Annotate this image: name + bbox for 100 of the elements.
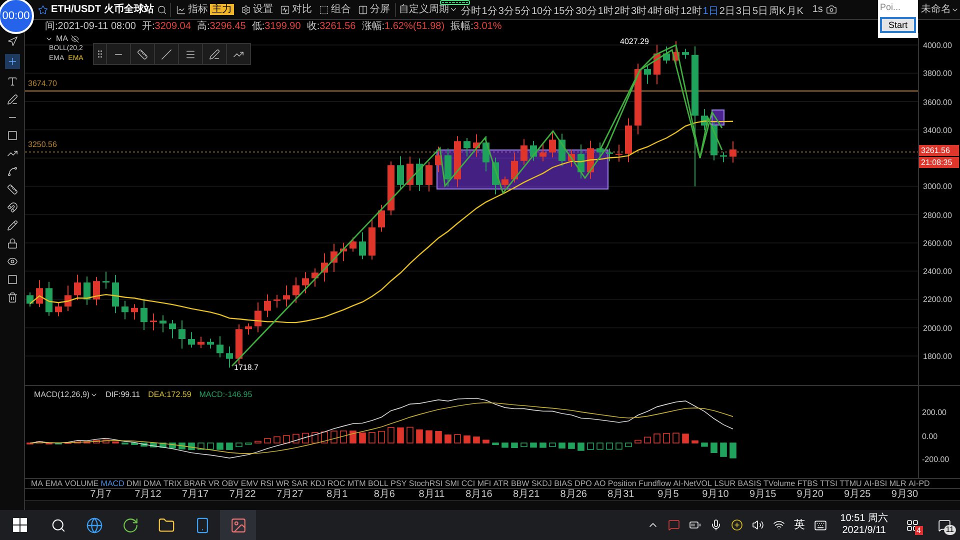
period-tab[interactable]: 10分 [531, 6, 553, 18]
indicator-tab[interactable]: TTMU [840, 479, 862, 488]
pointer-icon[interactable] [6, 36, 18, 47]
symbol-title[interactable]: ETH/USDT 火币全球站 [51, 2, 154, 17]
indicator-tab[interactable]: DMI [126, 479, 142, 488]
indicator-tab[interactable]: SKDJ [531, 479, 552, 488]
indicator-tab[interactable]: TTSI [820, 479, 838, 488]
pen-icon[interactable] [6, 94, 18, 105]
indicator-tab[interactable]: AI-BSI [864, 479, 888, 488]
start-button[interactable]: Start [880, 17, 916, 33]
app-tray-icon[interactable] [668, 519, 680, 531]
trash-icon[interactable] [6, 292, 18, 303]
indicator-tab[interactable]: MACD [100, 479, 124, 488]
indicator-tab[interactable]: ATR [493, 479, 509, 488]
indicator-tab[interactable]: EMA [45, 479, 63, 488]
square-icon[interactable] [6, 274, 18, 285]
curve-icon[interactable] [6, 166, 18, 177]
battery-icon[interactable] [689, 519, 702, 531]
indicator-tab[interactable]: ROC [328, 479, 346, 488]
ruler-icon[interactable] [6, 184, 18, 195]
period-tab[interactable]: 1分 [482, 6, 498, 18]
search-icon[interactable] [156, 4, 167, 14]
star-icon[interactable] [38, 4, 48, 14]
indicator-tab[interactable]: KDJ [310, 479, 326, 488]
period-tab[interactable]: 15分 [554, 6, 575, 18]
indicator-tab[interactable]: DMA [143, 479, 162, 488]
notification-icon[interactable] [906, 518, 918, 532]
magnet-icon[interactable] [6, 202, 18, 213]
indicator-tab[interactable]: MFI [477, 479, 492, 488]
indicator-tab[interactable]: BBW [510, 479, 530, 488]
text-tool-icon[interactable] [6, 76, 18, 87]
indicator-tab[interactable]: MA [31, 479, 43, 488]
period-tab[interactable]: 1日 [702, 6, 718, 18]
indicator-tab[interactable]: TVolume [764, 479, 796, 488]
collapse-chevron-icon[interactable] [45, 35, 53, 43]
period-tab[interactable]: 2日 [719, 6, 735, 18]
pencil-icon[interactable] [6, 220, 18, 231]
period-tab[interactable]: 2时 [614, 6, 630, 18]
period-tab[interactable]: 6时 [664, 6, 680, 18]
indicator-tab[interactable]: FTBS [797, 479, 818, 488]
period-tab[interactable]: 5日 [752, 6, 768, 18]
toolbar-button[interactable]: 分屏 [356, 2, 392, 17]
indicator-tab[interactable]: WR [276, 479, 290, 488]
camera-icon[interactable] [826, 4, 837, 15]
toolbar-button[interactable]: 组合 [316, 2, 353, 17]
parallel-lines-icon[interactable] [185, 48, 196, 60]
chart-line-icon[interactable] [6, 148, 18, 159]
indicator-tab[interactable]: BIAS [554, 479, 572, 488]
toolbar-button[interactable]: 指标 主力 [174, 2, 236, 17]
indicator-tab[interactable]: RSI [260, 479, 274, 488]
indicator-tab[interactable]: Fundflow [638, 479, 672, 488]
eye-off-icon[interactable] [71, 35, 79, 43]
period-tab[interactable]: 5分 [514, 6, 530, 18]
eye-icon[interactable] [6, 256, 18, 267]
image-app-icon[interactable] [220, 510, 256, 540]
microphone-icon[interactable] [710, 519, 722, 531]
clock[interactable]: 10:51 周六 2021/9/11 [836, 513, 892, 537]
plus-circle-icon[interactable] [731, 519, 744, 531]
indicator-tab[interactable]: AO [594, 479, 606, 488]
period-tab[interactable]: 3日 [736, 6, 752, 18]
indicator-tab[interactable]: MTM [348, 479, 366, 488]
crosshair-icon[interactable] [4, 54, 20, 69]
indicator-tab[interactable]: EMV [240, 479, 258, 488]
toolbar-button[interactable]: 设置 [238, 2, 275, 17]
indicator-tab[interactable]: VOLUME [64, 479, 99, 488]
interval-label[interactable]: 1s [812, 2, 823, 17]
indicator-tab[interactable]: BOLL [368, 479, 388, 488]
lock-icon[interactable] [6, 238, 18, 249]
period-tab[interactable]: 3分 [498, 6, 514, 18]
keyboard-icon[interactable] [814, 518, 828, 532]
indicator-tab[interactable]: LSUR [714, 479, 736, 488]
period-tab[interactable]: 4时 [648, 6, 664, 18]
speaker-icon[interactable] [752, 519, 764, 531]
indicator-tab[interactable]: OBV [222, 479, 239, 488]
indicator-tab[interactable]: MLR [889, 479, 906, 488]
indicator-tab[interactable]: Position [608, 479, 636, 488]
indicator-tab[interactable]: BRAR [184, 479, 206, 488]
indicator-tab[interactable]: CCI [461, 479, 476, 488]
layout-name-dropdown[interactable]: 未命名 [921, 2, 960, 17]
indicator-tab[interactable]: SAR [292, 479, 308, 488]
price-range-icon[interactable] [137, 48, 148, 60]
indicator-tab[interactable]: AI-PD [908, 479, 930, 488]
period-tab[interactable]: 30分 [576, 6, 597, 18]
indicator-tab[interactable]: AI-NetVOL [673, 479, 712, 488]
indicator-tab[interactable]: TRIX [163, 479, 182, 488]
rectangle-icon[interactable] [6, 130, 18, 141]
macd-title[interactable]: MACD(12,26,9) [34, 389, 98, 401]
period-tab[interactable]: 1时 [598, 6, 614, 18]
trend-line-icon[interactable] [161, 48, 172, 60]
indicator-tab[interactable]: BASIS [738, 479, 762, 488]
indicator-tab[interactable]: VR [208, 479, 220, 488]
period-tab[interactable]: 12时 [680, 6, 702, 18]
period-tab[interactable]: 月K [786, 6, 804, 18]
period-tab[interactable]: 周K [769, 6, 786, 18]
indicator-tab[interactable]: DPO [574, 479, 592, 488]
indicator-tab[interactable]: StochRSI [408, 479, 443, 488]
indicator-tab[interactable]: SMI [444, 479, 460, 488]
ime-indicator[interactable]: 英 [794, 516, 806, 534]
indicator-tab[interactable]: PSY [390, 479, 407, 488]
toolbar-button[interactable]: 对比 [278, 2, 314, 17]
